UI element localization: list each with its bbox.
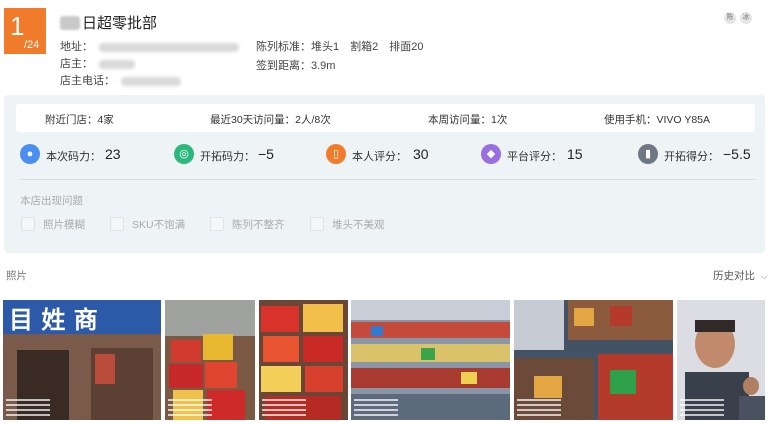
owner-line: 店主： [60,55,135,71]
target-icon: ◎ [174,144,194,164]
checkin-distance: 签到距离：3.9m [256,60,336,72]
issue-label: 照片模糊 [43,219,85,231]
person-icon: ● [20,144,40,164]
phone-redacted [121,76,181,86]
tag-display[interactable]: 陈 [724,12,736,24]
photos-label: 照片 [6,270,27,282]
card-icon: ▯ [326,144,346,164]
photo-storefront[interactable]: 目 姓 商 [3,300,161,420]
watermark [262,399,306,417]
address-line: 地址： [60,38,239,54]
issues-title: 本店出现问题 [20,195,83,207]
address-label: 地址： [60,41,93,53]
photo-boxes-1[interactable] [165,300,255,420]
rank-total: /24 [24,39,40,51]
rank-current: 1 [10,11,25,41]
owner-label: 店主： [60,58,93,70]
stats-panel: 附近门店：4家 最近30天访问量：2人/8次 本周访问量：1次 使用手机：VIV… [4,95,765,253]
checkbox[interactable] [110,217,124,231]
issue-label: 陈列不整齐 [232,219,285,231]
phone-label: 店主电话： [60,75,115,87]
tag-freezer[interactable]: 冰 [740,12,752,24]
metric-label: 开拓得分： [664,151,719,163]
history-label: 历史对比 [713,270,755,282]
device-info: 使用手机：VIVO Y85A [604,114,711,126]
watermark [168,399,212,417]
metric-label: 平台评分： [507,151,562,163]
photo-boxes-2[interactable] [259,300,348,420]
photo-interior[interactable] [514,300,673,420]
issue-label: 堆头不美观 [332,219,385,231]
visits-30d: 最近30天访问量：2人/8次 [210,114,331,126]
display-standard: 陈列标准：堆头1 割箱2 排面20 [256,41,424,53]
checkbox[interactable] [210,217,224,231]
chart-icon: ▮ [638,144,658,164]
visit-stats-bar: 附近门店：4家 最近30天访问量：2人/8次 本周访问量：1次 使用手机：VIV… [16,104,755,132]
issue-label: SKU不饱满 [132,219,186,231]
watermark [6,399,50,417]
metric-value: −5 [258,146,274,162]
metric-value: 23 [105,146,121,162]
metric-value: 15 [567,146,583,162]
store-name-text: 日超零批部 [82,15,158,32]
watermark [354,399,398,417]
phone-line: 店主电话： [60,72,181,88]
owner-redacted [99,59,135,69]
watermark [680,399,724,417]
metric-label: 本人评分： [352,151,407,163]
store-name: 日超零批部 [60,12,157,33]
divider [20,179,755,180]
history-compare-button[interactable]: 历史对比 ⌵ [713,268,768,283]
checkbox[interactable] [21,217,35,231]
metric-label: 本次码力： [46,151,101,163]
chevron-down-icon: ⌵ [760,271,768,281]
address-redacted [99,42,239,52]
photo-shelves[interactable] [351,300,510,420]
metric-value: −5.5 [723,146,751,162]
rank-badge: 1 /24 [4,8,46,54]
metric-label: 开拓码力： [200,151,255,163]
svg-text:目 姓 商: 目 姓 商 [9,306,98,334]
visits-week: 本周访问量：1次 [428,114,508,126]
checkbox[interactable] [310,217,324,231]
metric-value: 30 [413,146,429,162]
nearby-stores: 附近门店：4家 [45,114,114,126]
user-icon: ◆ [481,144,501,164]
redaction-mark [60,16,80,30]
watermark [517,399,561,417]
photo-person[interactable] [677,300,765,420]
